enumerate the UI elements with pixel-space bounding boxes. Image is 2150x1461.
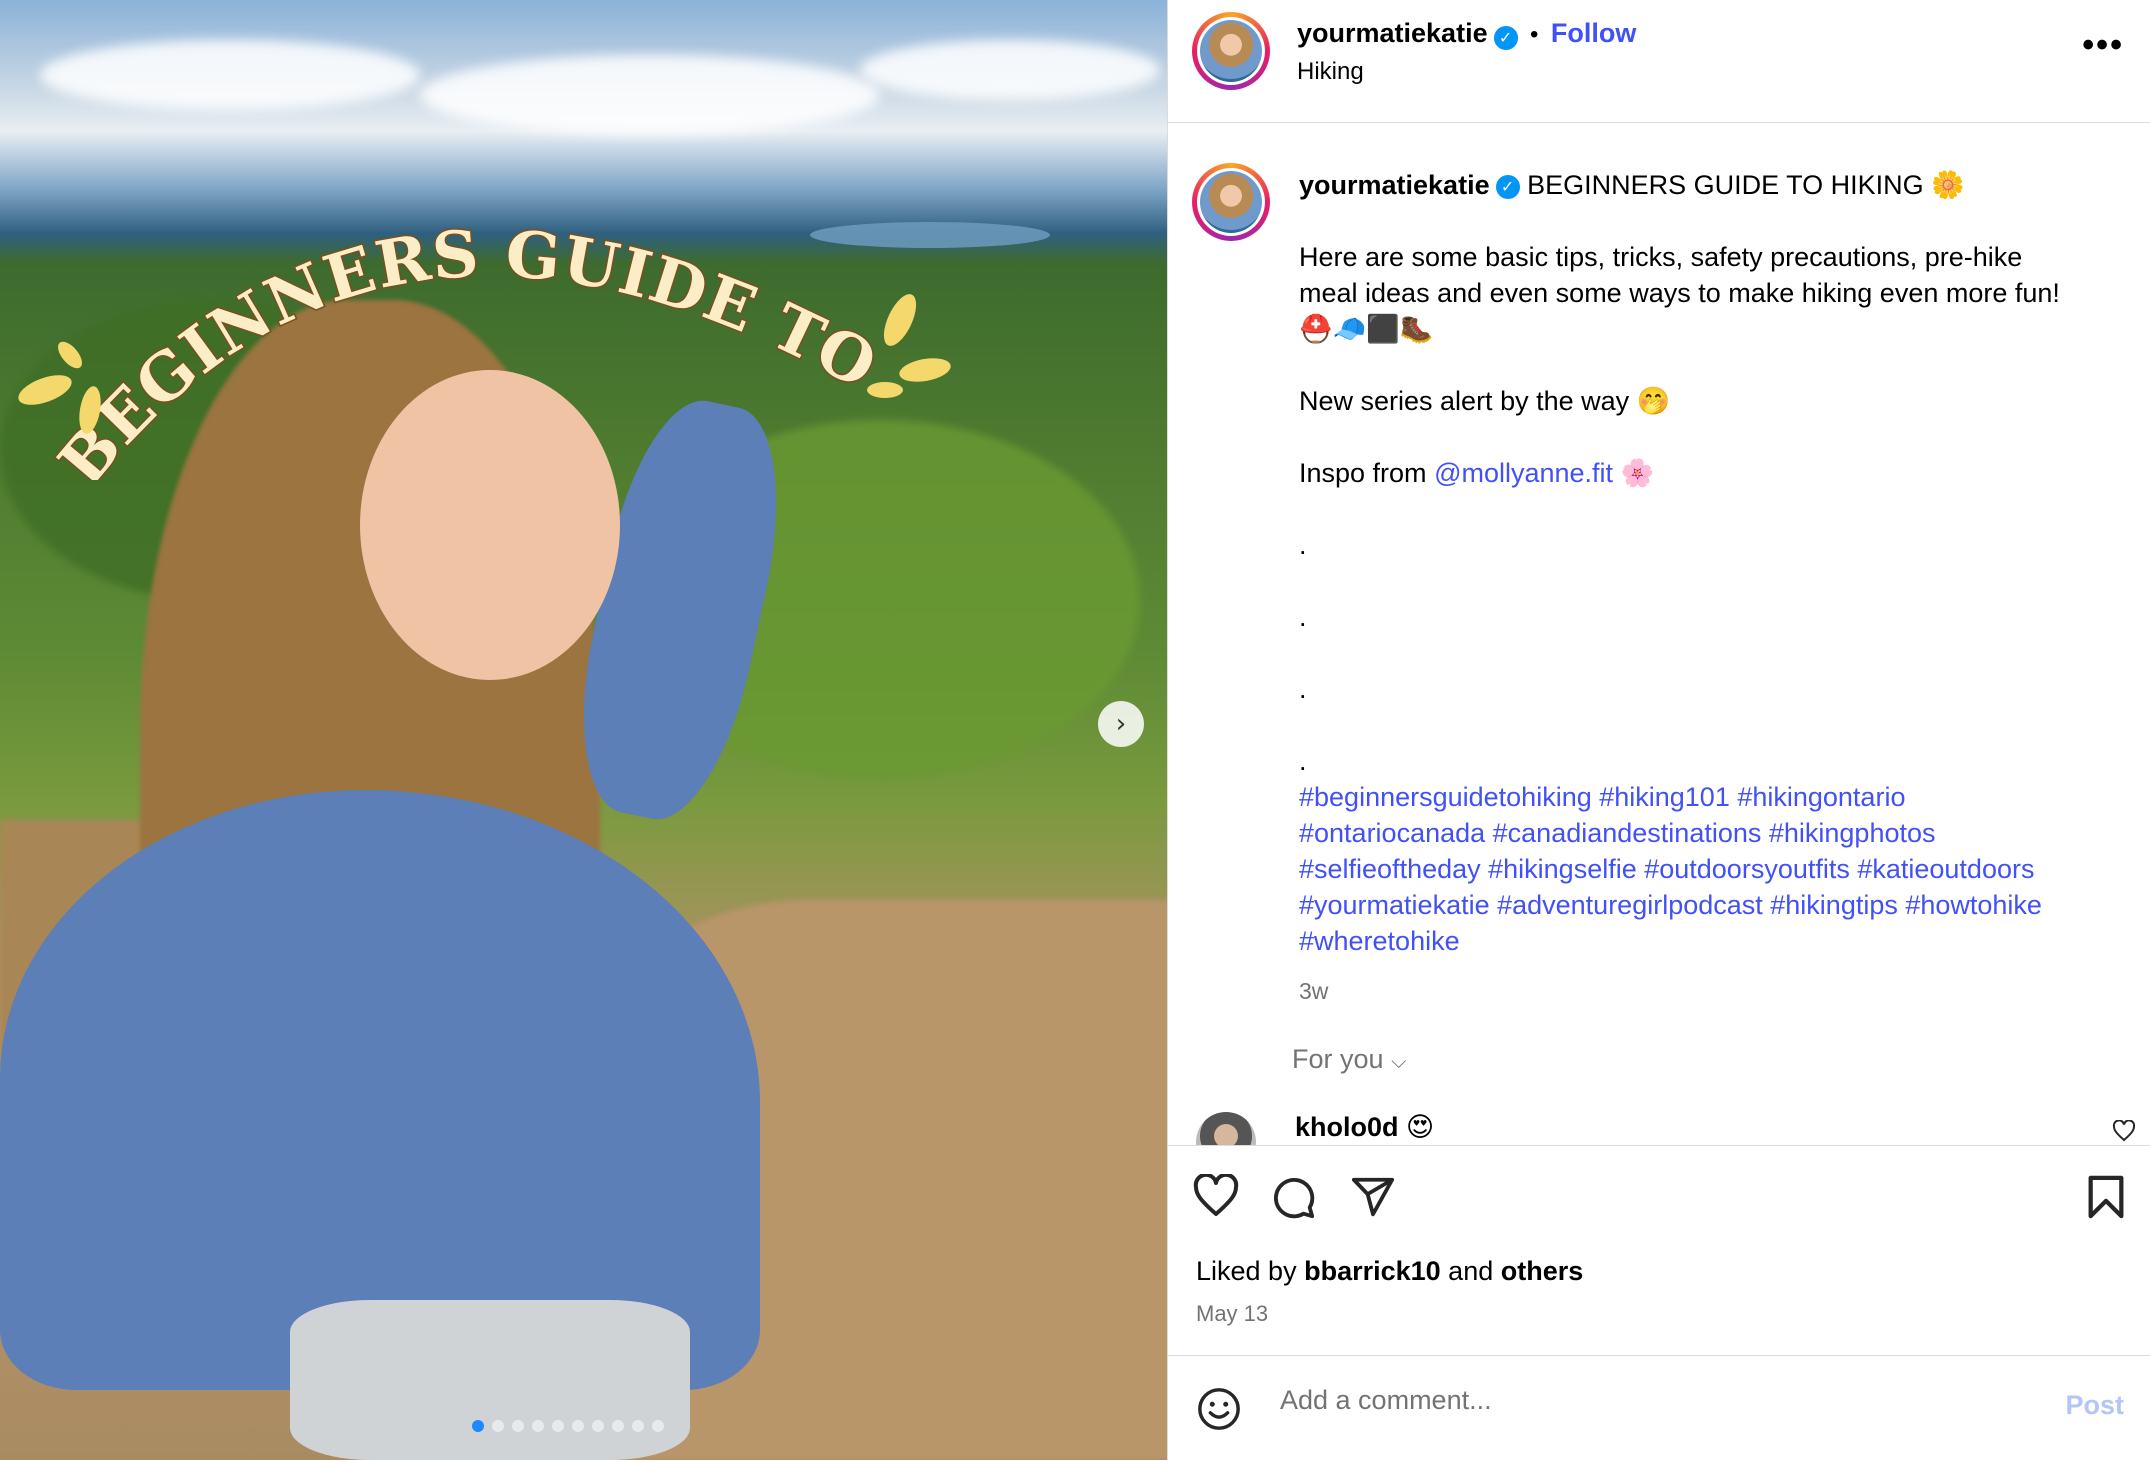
inspo-emoji: 🌸 <box>1620 458 1655 488</box>
post-location[interactable]: Hiking <box>1297 58 1364 86</box>
share-paper-plane-icon[interactable] <box>1350 1174 1396 1220</box>
carousel-dot <box>532 1420 544 1432</box>
carousel-next-button[interactable]: › <box>1098 701 1144 747</box>
author-username[interactable]: yourmatiekatie <box>1297 18 1488 48</box>
liked-and: and <box>1440 1256 1501 1286</box>
carousel-indicator <box>472 1420 664 1432</box>
carousel-dot <box>472 1420 484 1432</box>
commenter-username[interactable]: kholo0d <box>1295 1112 1399 1142</box>
caption-inspo-line: Inspo from @mollyanne.fit 🌸 <box>1299 455 2119 491</box>
caption: yourmatiekatie ✓ BEGINNERS GUIDE TO HIKIN… <box>1299 167 2119 1009</box>
header-separator: • <box>1530 21 1539 48</box>
like-heart-icon[interactable] <box>1192 1174 1240 1218</box>
sparkle-left-icon <box>18 341 101 434</box>
headline-text: BEGINNERS GUIDE TO HIKING <box>0 160 889 480</box>
series-text: New series alert by the way <box>1299 386 1630 416</box>
emoji-picker-icon[interactable] <box>1196 1386 1242 1432</box>
carousel-dot <box>612 1420 624 1432</box>
caption-emoji-line: ⛑️🧢⬛🥾 <box>1299 314 1434 344</box>
sunflower-emoji: 🌼 <box>1931 170 1965 200</box>
hashtag-line[interactable]: #yourmatiekatie #adventuregirlpodcast #h… <box>1299 887 2119 923</box>
caption-dot: . <box>1299 602 1307 632</box>
cloud <box>860 40 1160 100</box>
avatar-image <box>1200 20 1262 82</box>
save-bookmark-icon[interactable] <box>2086 1174 2126 1220</box>
comment-bubble-icon[interactable] <box>1270 1174 1316 1220</box>
caption-body-line: meal ideas and even some ways to make hi… <box>1299 278 2060 308</box>
liked-user-link[interactable]: bbarrick10 <box>1304 1256 1441 1286</box>
comment-composer: Post <box>1168 1355 2150 1461</box>
avatar-frame <box>1197 168 1265 236</box>
carousel-dot <box>492 1420 504 1432</box>
mention-link[interactable]: @mollyanne.fit <box>1434 458 1613 488</box>
caption-title-row: yourmatiekatie ✓ BEGINNERS GUIDE TO HIKIN… <box>1299 167 2119 203</box>
caption-body-line: Here are some basic tips, tricks, safety… <box>1299 242 2023 272</box>
comment-text: 😍 <box>1406 1112 1435 1142</box>
post-side-panel: yourmatiekatie ✓ • Follow Hiking ••• your… <box>1168 0 2150 1461</box>
liked-others-link[interactable]: others <box>1501 1256 1584 1286</box>
post-comment-button[interactable]: Post <box>2065 1390 2124 1421</box>
hashtag-line[interactable]: #selfieoftheday #hikingselfie #outdoorsy… <box>1299 851 2119 887</box>
headline-overlay: BEGINNERS GUIDE TO HIKING <box>0 160 951 480</box>
verified-badge-icon: ✓ <box>1495 174 1520 199</box>
avatar-image <box>1200 171 1262 233</box>
carousel-dot <box>552 1420 564 1432</box>
carousel-dot <box>632 1420 644 1432</box>
hashtag-line[interactable]: #ontariocanada #canadiandestinations #hi… <box>1299 815 2119 851</box>
comment-item: kholo0d 😍 <box>1196 1112 2136 1147</box>
inspo-prefix: Inspo from <box>1299 458 1435 488</box>
carousel-dot <box>592 1420 604 1432</box>
for-you-label: For you <box>1292 1044 1384 1074</box>
caption-dot: . <box>1299 746 1307 776</box>
shorts <box>290 1300 690 1460</box>
more-horizontal-icon[interactable]: ••• <box>2082 26 2124 65</box>
comment-input[interactable] <box>1278 1384 1982 1417</box>
hashtag-line[interactable]: #wheretohike <box>1299 923 2119 959</box>
comment-like-heart-icon[interactable] <box>2112 1120 2136 1142</box>
series-emoji: 🤭 <box>1636 386 1671 416</box>
commenter-avatar[interactable] <box>1196 1112 1256 1147</box>
header-title-row: yourmatiekatie ✓ • Follow <box>1297 18 1636 50</box>
chevron-down-icon: ⌵ <box>1391 1049 1407 1073</box>
comment-header: kholo0d 😍 <box>1295 1112 1434 1143</box>
caption-username[interactable]: yourmatiekatie <box>1299 170 1490 200</box>
caption-dot: . <box>1299 530 1307 560</box>
caption-title: BEGINNERS GUIDE TO HIKING <box>1527 170 1924 200</box>
cloud <box>40 40 420 110</box>
hashtag-line[interactable]: #beginnersguidetohiking #hiking101 #hiki… <box>1299 779 2119 815</box>
post-date[interactable]: May 13 <box>1196 1301 1268 1327</box>
author-avatar[interactable] <box>1192 12 1270 90</box>
svg-text:BEGINNERS GUIDE TO HIKING: BEGINNERS GUIDE TO HIKING <box>0 160 889 480</box>
carousel-dot <box>572 1420 584 1432</box>
carousel-dot <box>512 1420 524 1432</box>
avatar-frame <box>1197 17 1265 85</box>
cloud <box>420 55 880 135</box>
follow-button[interactable]: Follow <box>1551 18 1636 48</box>
post-actions: Liked by bbarrick10 and others May 13 <box>1168 1145 2150 1356</box>
post-header: yourmatiekatie ✓ • Follow Hiking ••• <box>1168 0 2150 123</box>
caption-author-avatar[interactable] <box>1192 163 1270 241</box>
liked-prefix: Liked by <box>1196 1256 1305 1286</box>
carousel-dot <box>652 1420 664 1432</box>
verified-badge-icon: ✓ <box>1493 25 1518 50</box>
caption-dot: . <box>1299 674 1307 704</box>
caption-series-line: New series alert by the way 🤭 <box>1299 383 2119 419</box>
likes-summary: Liked by bbarrick10 and others <box>1196 1256 1583 1287</box>
comment-sort-dropdown[interactable]: For you ⌵ <box>1292 1044 1406 1075</box>
caption-timestamp[interactable]: 3w <box>1299 973 2119 1009</box>
post-image[interactable]: BEGINNERS GUIDE TO HIKING › <box>0 0 1167 1460</box>
caption-scroll-area[interactable]: yourmatiekatie ✓ BEGINNERS GUIDE TO HIKIN… <box>1168 122 2150 1147</box>
